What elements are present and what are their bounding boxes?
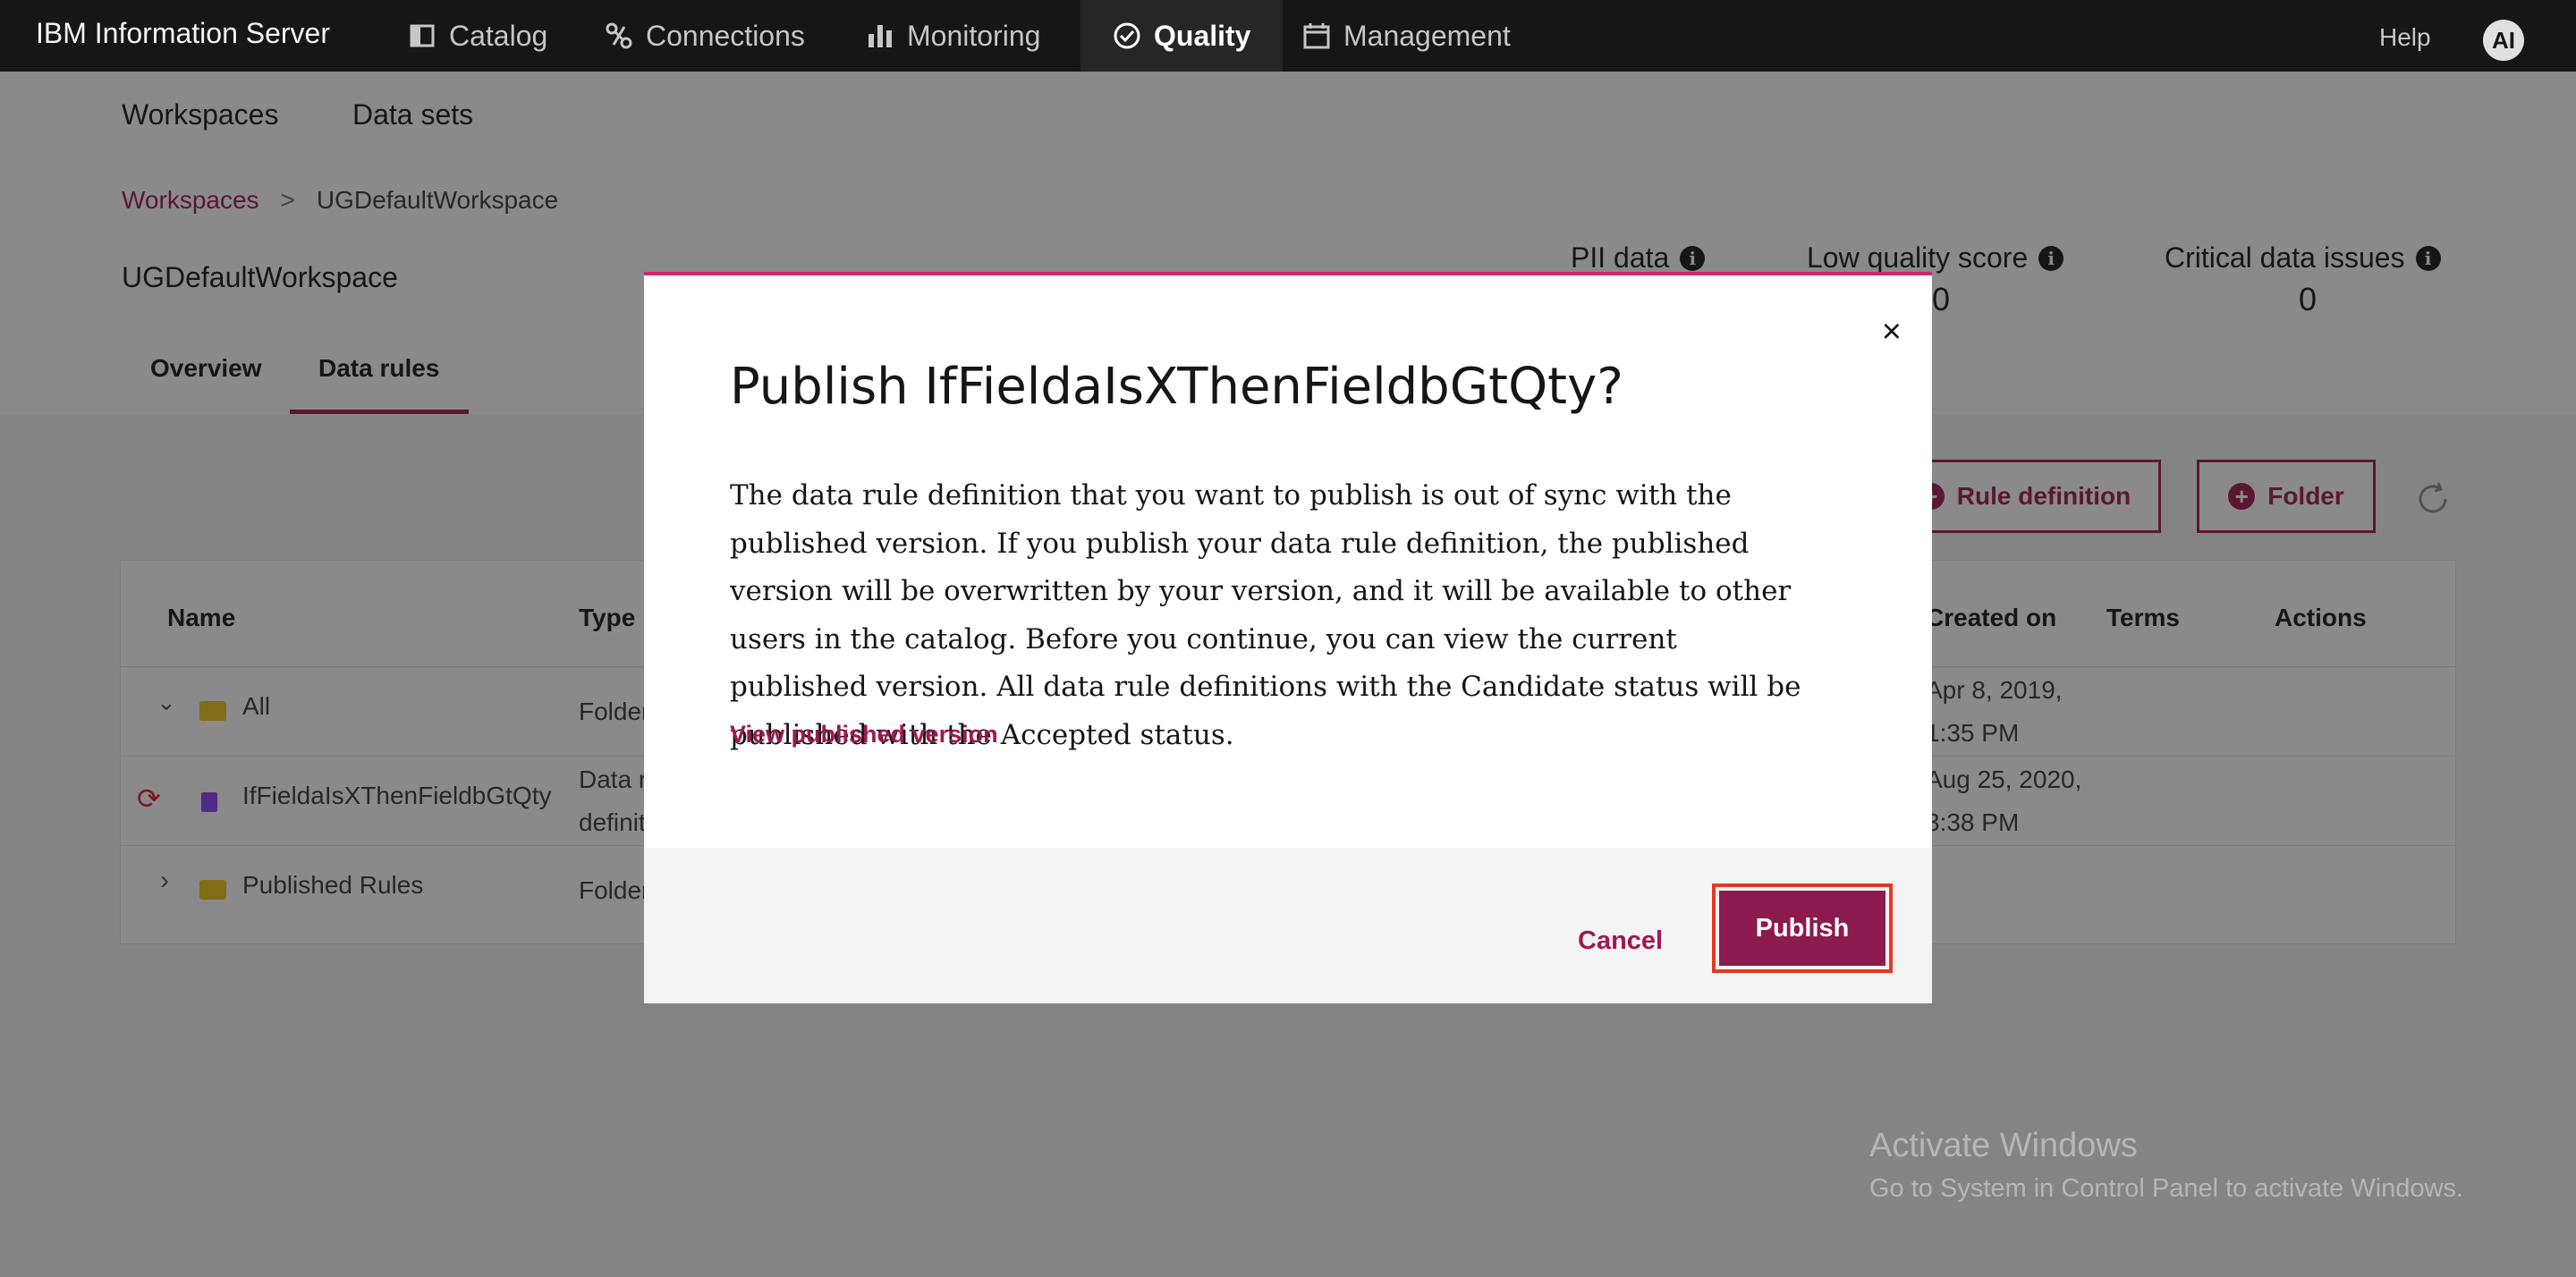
connections-icon: [606, 22, 632, 49]
top-navigation-bar: IBM Information Server Catalog Connectio…: [0, 0, 2576, 72]
nav-item-label: Quality: [1154, 19, 1251, 52]
quality-icon: [1114, 22, 1140, 49]
publish-button[interactable]: Publish: [1719, 891, 1885, 966]
catalog-icon: [410, 24, 435, 47]
nav-item-catalog[interactable]: Catalog: [408, 0, 547, 72]
monitoring-icon: [869, 25, 892, 47]
modal-title: Publish IfFieldaIsXThenFieldbGtQty?: [730, 358, 1623, 416]
help-link[interactable]: Help: [2379, 23, 2431, 52]
nav-item-label: Catalog: [449, 19, 548, 52]
view-published-version-link[interactable]: View published version: [730, 721, 998, 748]
nav-item-label: Connections: [646, 19, 805, 52]
nav-item-label: Management: [1343, 19, 1511, 52]
nav-item-monitoring[interactable]: Monitoring: [866, 0, 1040, 72]
modal-body-text: The data rule definition that you want t…: [730, 479, 1801, 751]
close-icon[interactable]: ×: [1882, 315, 1902, 349]
activate-windows-subtitle: Go to System in Control Panel to activat…: [1869, 1174, 2464, 1203]
management-icon: [1303, 23, 1330, 49]
nav-item-connections[interactable]: Connections: [605, 0, 805, 72]
cancel-button[interactable]: Cancel: [1578, 926, 1663, 956]
nav-item-management[interactable]: Management: [1302, 0, 1511, 72]
app-brand[interactable]: IBM Information Server: [36, 0, 330, 72]
avatar[interactable]: AI: [2483, 20, 2524, 61]
nav-item-label: Monitoring: [907, 19, 1041, 52]
publish-modal: × Publish IfFieldaIsXThenFieldbGtQty? Th…: [644, 272, 1932, 1003]
nav-item-quality[interactable]: Quality: [1080, 0, 1284, 72]
activate-windows-title: Activate Windows: [1869, 1127, 2138, 1164]
